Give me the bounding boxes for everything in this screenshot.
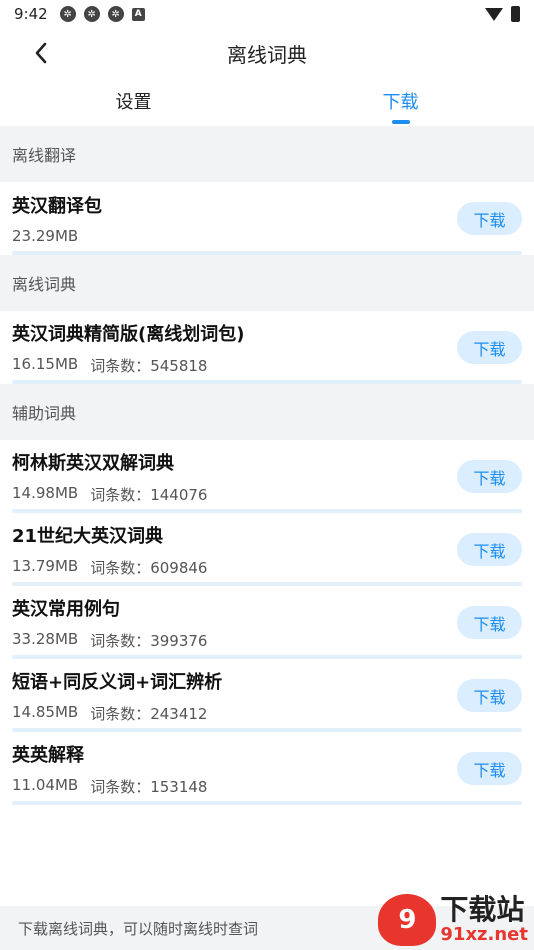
dictionary-name: 短语+同反义词+词汇辨析 [12,671,223,693]
progress-bar [12,801,522,805]
tab-settings[interactable]: 设置 [0,78,267,124]
tab-indicator [391,120,410,124]
entry-count: 词条数：153148 [90,777,208,796]
download-button[interactable]: 下载 [457,752,522,785]
status-bar: 9:42 ✲ ✲ ✲ A [0,0,534,28]
list-item: 柯林斯英汉双解词典 14.98MB 词条数：144076 下载 [0,440,534,513]
app-header: 离线词典 [0,28,534,78]
entry-count: 词条数：399376 [90,631,208,650]
download-button[interactable]: 下载 [457,202,522,235]
file-size: 11.04MB [12,775,79,794]
notification-icons: ✲ ✲ ✲ A [59,6,145,22]
section-header: 离线翻译 [0,126,534,182]
entry-count: 词条数：243412 [90,704,208,723]
list-item: 短语+同反义词+词汇辨析 14.85MB 词条数：243412 下载 [0,659,534,732]
page-title: 离线词典 [227,42,307,67]
a-notification-icon: A [131,7,145,21]
file-size: 23.29MB [12,227,79,245]
list-item: 英汉词典精简版(离线划词包) 16.15MB 词条数：545818 下载 [0,311,534,384]
section-header: 辅助词典 [0,384,534,440]
tab-label: 下载 [382,92,419,113]
section-header: 离线词典 [0,255,534,311]
dictionary-name: 英汉词典精简版(离线划词包) [12,323,245,345]
dictionary-name: 柯林斯英汉双解词典 [12,452,174,474]
app-notification-icon: ✲ [83,6,100,22]
watermark-logo: 9 [378,894,437,946]
chevron-left-icon [35,42,47,64]
tab-label: 设置 [115,92,152,113]
entry-count: 词条数：609846 [90,558,208,577]
file-size: 13.79MB [12,556,79,575]
list-item: 英汉翻译包 23.29MB 下载 [0,182,534,255]
footer-hint: 下载离线词典，可以随时离线时查词 [18,919,259,938]
dictionary-name: 英汉翻译包 [12,196,102,217]
tab-bar: 设置 下载 [0,78,534,124]
app-notification-icon: ✲ [59,6,76,22]
wifi-icon [485,7,503,21]
download-button[interactable]: 下载 [457,606,522,639]
progress-bar [12,380,522,384]
battery-icon [511,6,520,22]
file-size: 16.15MB [12,354,79,373]
download-button[interactable]: 下载 [457,679,522,712]
dictionary-name: 英汉常用例句 [12,598,120,620]
entry-count: 词条数：144076 [90,485,208,504]
file-size: 14.98MB [12,483,79,502]
dictionary-name: 英英解释 [12,744,84,766]
app-notification-icon: ✲ [107,6,124,22]
file-size: 14.85MB [12,702,79,721]
back-button[interactable] [24,36,58,70]
watermark-url: 91xz.net [440,924,528,945]
list-item: 英汉常用例句 33.28MB 词条数：399376 下载 [0,586,534,659]
watermark-title: 下载站 [440,893,525,926]
progress-bar [12,251,522,255]
dictionary-name: 21世纪大英汉词典 [12,525,164,547]
download-list[interactable]: 离线翻译 英汉翻译包 23.29MB 下载 离线词典 英汉词典精简版(离线划词包… [0,126,534,950]
list-item: 英英解释 11.04MB 词条数：153148 下载 [0,732,534,805]
list-item: 21世纪大英汉词典 13.79MB 词条数：609846 下载 [0,513,534,586]
file-size: 33.28MB [12,629,79,648]
download-button[interactable]: 下载 [457,460,522,493]
tab-download[interactable]: 下载 [267,78,534,124]
download-button[interactable]: 下载 [457,331,522,364]
download-button[interactable]: 下载 [457,533,522,566]
site-watermark: 9 下载站 91xz.net [378,894,528,946]
entry-count: 词条数：545818 [90,356,208,375]
footer-hint-bar: 下载离线词典，可以随时离线时查词 9 下载站 91xz.net [0,894,534,950]
status-time: 9:42 [14,5,48,23]
